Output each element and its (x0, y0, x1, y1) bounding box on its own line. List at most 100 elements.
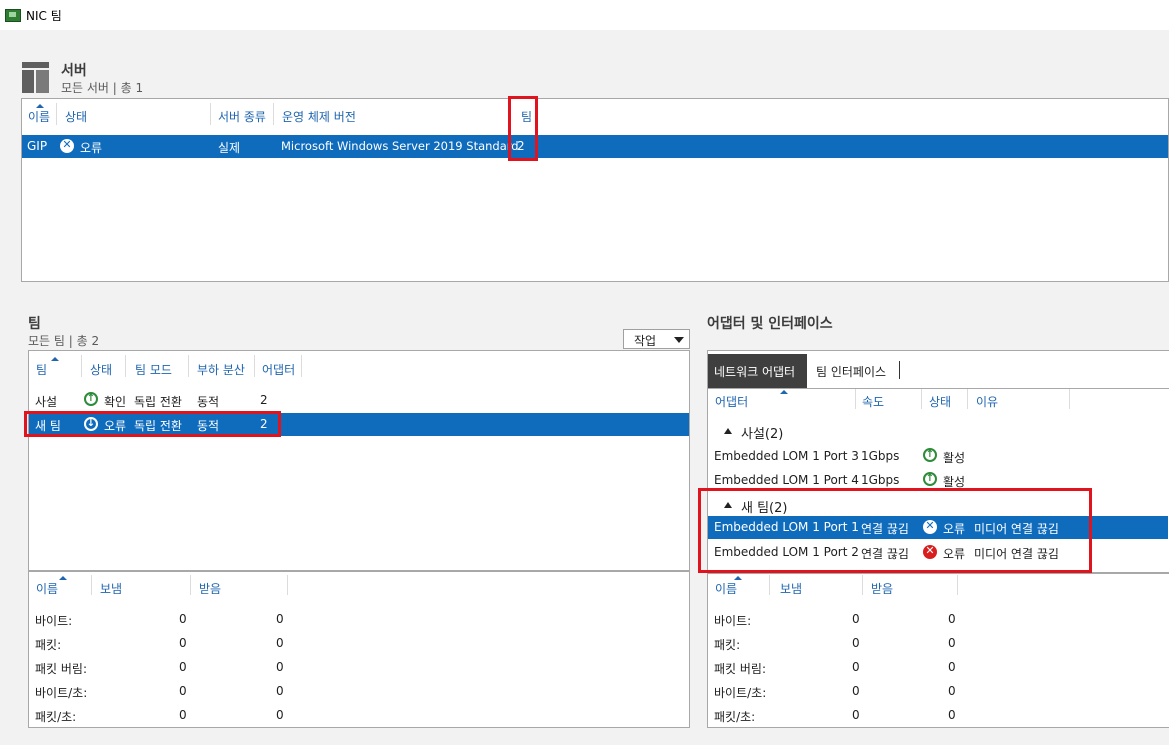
server-type: 실제 (218, 141, 241, 155)
column-divider (967, 389, 968, 409)
column-divider (190, 575, 191, 595)
adapter-speed: 1Gbps (861, 449, 900, 463)
column-divider (273, 103, 274, 125)
team-mode: 독립 전환 (134, 395, 182, 409)
stat-label: 바이트: (714, 614, 752, 628)
column-divider (91, 575, 92, 595)
col-header-team-mode[interactable]: 팀 모드 (135, 361, 172, 378)
team-load-balancing: 동적 (197, 395, 220, 409)
column-divider (188, 355, 189, 377)
adapter-name: Embedded LOM 1 Port 3 (714, 449, 859, 463)
servers-panel: 이름 상태 서버 종류 운영 체제 버전 팀 GIP ✕ 오류 실제 Micro… (21, 98, 1169, 282)
stat-sent: 0 (852, 612, 860, 626)
highlight-box (24, 411, 281, 437)
stat-received: 0 (948, 636, 956, 650)
tab-team-interfaces[interactable]: 팀 인터페이스 (809, 354, 905, 388)
col-header-reason[interactable]: 이유 (976, 393, 998, 410)
adapters-title: 어댑터 및 인터페이스 (707, 316, 833, 332)
stats-col-name[interactable]: 이름 (715, 580, 737, 597)
col-header-adapters[interactable]: 어댑터 (262, 361, 295, 378)
title-bar (0, 0, 1169, 30)
column-divider (56, 103, 57, 125)
adapter-status: 활성 (943, 451, 966, 465)
column-divider (125, 355, 126, 377)
stat-label: 패킷/초: (35, 710, 77, 724)
stat-sent: 0 (179, 612, 187, 626)
col-header-os-version[interactable]: 운영 체제 버전 (282, 108, 356, 125)
column-divider (921, 389, 922, 409)
stat-label: 패킷 버림: (35, 662, 88, 676)
col-header-load-balancing[interactable]: 부하 분산 (197, 361, 245, 378)
col-header-team[interactable]: 팀 (36, 361, 47, 378)
stat-sent: 0 (179, 708, 187, 722)
stats-col-sent[interactable]: 보냄 (780, 580, 802, 597)
column-divider (769, 575, 770, 595)
stats-col-name[interactable]: 이름 (36, 580, 58, 597)
tab-network-adapters[interactable]: 네트워크 어댑터 (708, 354, 807, 388)
table-row[interactable]: GIP ✕ 오류 실제 Microsoft Windows Server 201… (22, 135, 1168, 158)
col-header-server-type[interactable]: 서버 종류 (218, 108, 266, 125)
group-collapse-icon[interactable] (724, 428, 732, 434)
adapters-tab-strip: 네트워크 어댑터 팀 인터페이스 (707, 350, 1169, 388)
col-header-speed[interactable]: 속도 (862, 393, 884, 410)
stat-label: 패킷/초: (714, 710, 756, 724)
column-divider (210, 103, 211, 125)
adapter-stats-panel: 이름 보냄 받음 바이트: 0 0 패킷: 0 0 패킷 버림: 0 0 바이트… (707, 573, 1169, 728)
servers-icon (22, 62, 49, 93)
stat-label: 바이트/초: (714, 686, 767, 700)
stat-received: 0 (948, 612, 956, 626)
servers-title: 서버 (61, 63, 87, 79)
tasks-button[interactable]: 작업 (623, 329, 690, 349)
stat-received: 0 (948, 708, 956, 722)
stats-col-sent[interactable]: 보냄 (100, 580, 122, 597)
team-status: 확인 (104, 395, 127, 409)
column-divider (254, 355, 255, 377)
column-divider (957, 575, 958, 595)
chevron-down-icon (674, 337, 684, 343)
column-divider (81, 355, 82, 377)
column-divider (855, 389, 856, 409)
stat-sent: 0 (852, 684, 860, 698)
sort-ascending-icon (780, 390, 788, 394)
teams-subtitle: 모든 팀 | 총 2 (28, 334, 100, 348)
servers-subtitle: 모든 서버 | 총 1 (61, 81, 144, 95)
server-os-version: Microsoft Windows Server 2019 Standard (281, 139, 519, 153)
col-header-status[interactable]: 상태 (90, 361, 112, 378)
stat-sent: 0 (852, 660, 860, 674)
col-header-status[interactable]: 상태 (65, 108, 87, 125)
adapter-speed: 1Gbps (861, 473, 900, 487)
tasks-label: 작업 (634, 334, 657, 348)
column-divider (862, 575, 863, 595)
stat-received: 0 (948, 684, 956, 698)
team-stats-panel: 이름 보냄 받음 바이트: 0 0 패킷: 0 0 패킷 버림: 0 0 바이트… (28, 571, 690, 728)
stat-received: 0 (276, 684, 284, 698)
stat-received: 0 (276, 708, 284, 722)
table-row[interactable]: 사설 ↑ 확인 독립 전환 동적 2 (29, 389, 689, 411)
column-divider (287, 575, 288, 595)
nic-team-app-icon (5, 9, 21, 22)
col-header-status[interactable]: 상태 (929, 393, 951, 410)
col-header-name[interactable]: 이름 (28, 108, 50, 125)
col-header-adapter[interactable]: 어댑터 (715, 393, 748, 410)
teams-title: 팀 (28, 316, 41, 332)
stat-label: 패킷 버림: (714, 662, 767, 676)
stat-received: 0 (276, 636, 284, 650)
stat-label: 패킷: (35, 638, 62, 652)
stat-sent: 0 (179, 636, 187, 650)
team-name: 사설 (35, 395, 58, 409)
stats-col-received[interactable]: 받음 (199, 580, 221, 597)
stat-sent: 0 (852, 636, 860, 650)
stat-sent: 0 (179, 660, 187, 674)
stat-label: 바이트: (35, 614, 73, 628)
server-name: GIP (27, 139, 48, 153)
stat-label: 패킷: (714, 638, 741, 652)
stat-received: 0 (948, 660, 956, 674)
stat-received: 0 (276, 612, 284, 626)
table-row[interactable]: Embedded LOM 1 Port 3 1Gbps ↑ 활성 (708, 445, 1168, 467)
group-label: 사설(2) (741, 427, 784, 442)
tab-separator (899, 361, 900, 379)
sort-ascending-icon (59, 576, 67, 580)
stats-col-received[interactable]: 받음 (871, 580, 893, 597)
teams-panel: 팀 상태 팀 모드 부하 분산 어댑터 사설 ↑ 확인 독립 전환 동적 2 새… (28, 350, 690, 571)
highlight-box (508, 96, 538, 161)
